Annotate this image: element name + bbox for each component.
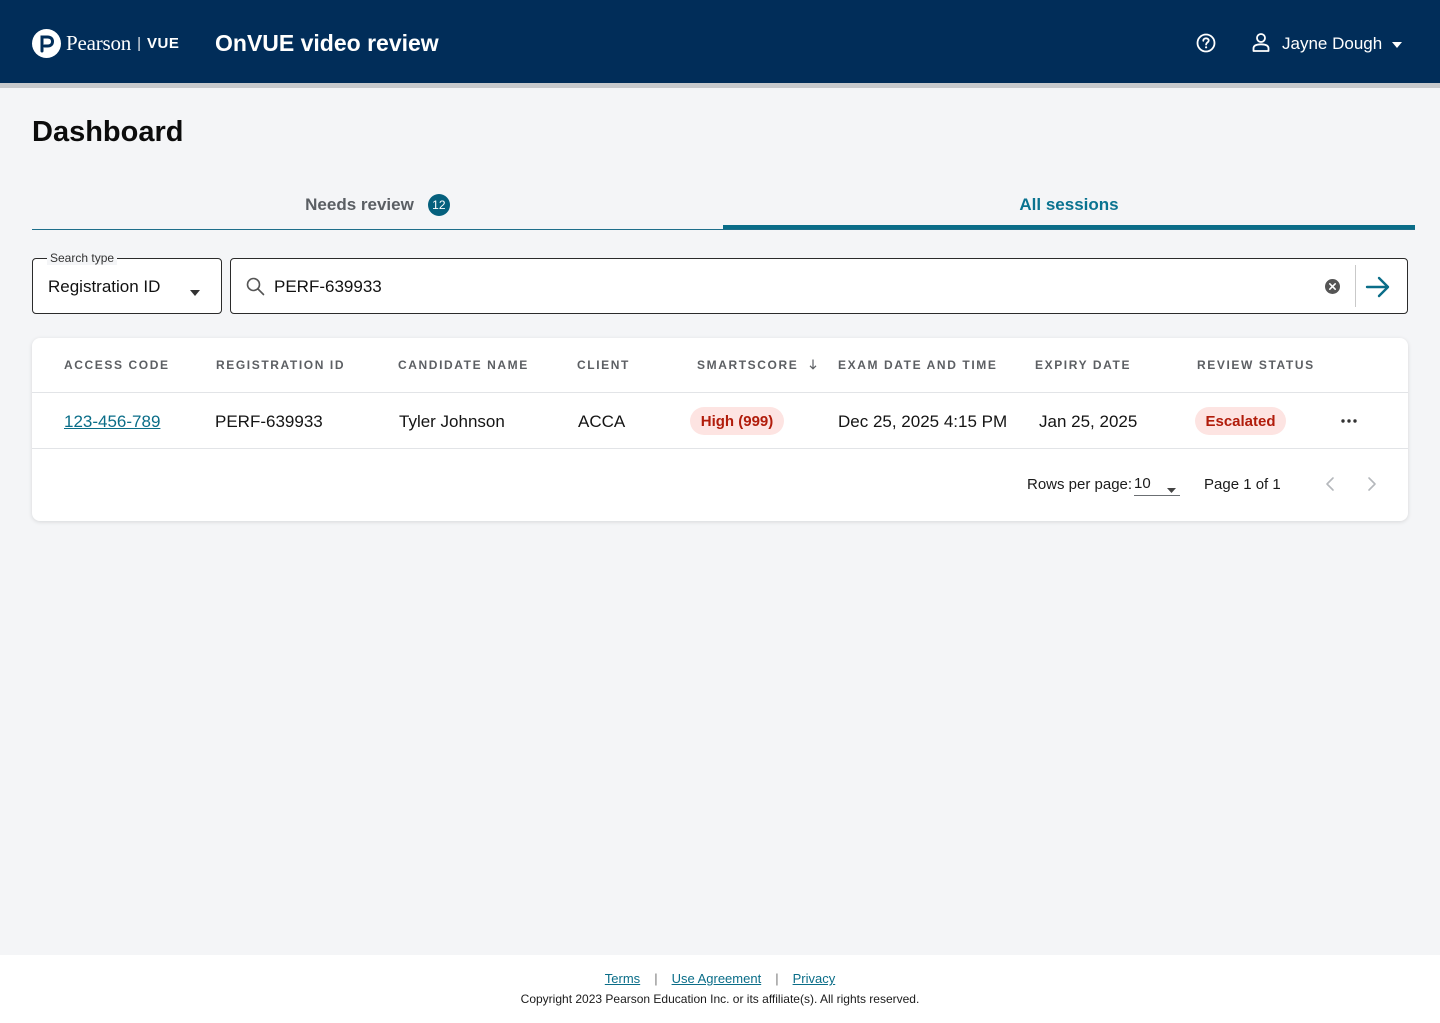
caret-down-icon [190, 283, 200, 301]
more-options-icon[interactable] [1339, 412, 1359, 430]
chevron-right-icon[interactable] [1365, 475, 1379, 493]
column-header-registration-id[interactable]: REGISTRATION ID [216, 358, 345, 372]
help-icon[interactable] [1195, 32, 1217, 54]
footer-separator: | [775, 971, 779, 986]
row-divider [32, 448, 1408, 449]
count-badge: 12 [427, 193, 450, 216]
search-icon [246, 277, 265, 301]
candidate-name-cell: Tyler Johnson [399, 412, 505, 431]
column-header-access-code[interactable]: ACCESS CODE [64, 358, 170, 372]
terms-link[interactable]: Terms [605, 971, 640, 986]
copyright: Copyright 2023 Pearson Education Inc. or… [520, 992, 920, 1006]
tab-label: All sessions [1019, 194, 1119, 214]
privacy-link[interactable]: Privacy [793, 971, 836, 986]
search-type-value: Registration ID [48, 277, 161, 296]
clear-circle-icon[interactable] [1324, 278, 1341, 295]
sort-descending-icon [809, 359, 817, 373]
results-table: ACCESS CODE REGISTRATION ID CANDIDATE NA… [32, 338, 1408, 521]
footer-links: Terms | Use Agreement | Privacy [0, 971, 1440, 986]
page-title: Dashboard [32, 116, 184, 148]
search-type-label: Search type [47, 251, 118, 265]
top-bar-divider [0, 83, 1440, 88]
app-title: OnVUE video review [215, 30, 439, 56]
top-bar: Pearson | VUE OnVUE video review Jayne D… [0, 0, 1440, 83]
column-header-expiry-date[interactable]: EXPIRY DATE [1035, 358, 1131, 372]
rows-per-page-select[interactable]: 10 [1134, 472, 1180, 496]
pearson-vue-logo[interactable]: Pearson | VUE [32, 29, 179, 58]
smartscore-badge: High (999) [690, 407, 784, 435]
search-bar [230, 258, 1408, 314]
column-header-label: SMARTSCORE [697, 358, 799, 372]
column-header-client[interactable]: CLIENT [577, 358, 630, 372]
access-code-link[interactable]: 123-456-789 [64, 412, 160, 432]
user-icon [1252, 32, 1270, 57]
search-type-select[interactable]: Search type Registration ID [32, 251, 222, 314]
tab-bar: Needs review 12 All sessions [32, 180, 1415, 230]
brand-separator: | [137, 35, 141, 52]
client-cell: ACCA [578, 412, 626, 431]
search-input[interactable] [274, 273, 1304, 301]
tab-needs-review[interactable]: Needs review 12 [32, 180, 723, 229]
expiry-date-cell: Jan 25, 2025 [1039, 412, 1138, 431]
tab-all-sessions[interactable]: All sessions [723, 180, 1415, 229]
column-header-candidate-name[interactable]: CANDIDATE NAME [398, 358, 529, 372]
caret-down-icon [1392, 35, 1403, 53]
brand-product: VUE [147, 35, 180, 52]
caret-down-icon [1167, 480, 1176, 498]
pearson-logo-icon [32, 29, 61, 58]
registration-id-cell: PERF-639933 [215, 412, 323, 431]
footer-separator: | [654, 971, 658, 986]
chevron-left-icon[interactable] [1323, 475, 1337, 493]
footer: Terms | Use Agreement | Privacy Copyrigh… [0, 955, 1440, 1023]
column-header-smartscore[interactable]: SMARTSCORE [697, 358, 817, 372]
rows-per-page-value: 10 [1134, 475, 1151, 492]
search-divider [1355, 265, 1356, 307]
column-header-review-status[interactable]: REVIEW STATUS [1197, 358, 1315, 372]
brand-name: Pearson [66, 31, 132, 55]
use-agreement-link[interactable]: Use Agreement [672, 971, 762, 986]
exam-date-cell: Dec 25, 2025 4:15 PM [838, 412, 1008, 431]
page-info: Page 1 of 1 [1204, 476, 1281, 493]
user-name: Jayne Dough [1282, 34, 1383, 53]
tab-label: Needs review [305, 194, 414, 214]
rows-per-page-label: Rows per page: [1027, 476, 1133, 493]
header-divider [32, 392, 1408, 393]
user-menu[interactable]: Jayne Dough [1252, 31, 1403, 57]
column-header-exam-date[interactable]: EXAM DATE AND TIME [838, 358, 997, 372]
arrow-right-icon[interactable] [1364, 274, 1392, 300]
status-badge: Escalated [1195, 407, 1286, 435]
active-tab-indicator [723, 225, 1415, 229]
